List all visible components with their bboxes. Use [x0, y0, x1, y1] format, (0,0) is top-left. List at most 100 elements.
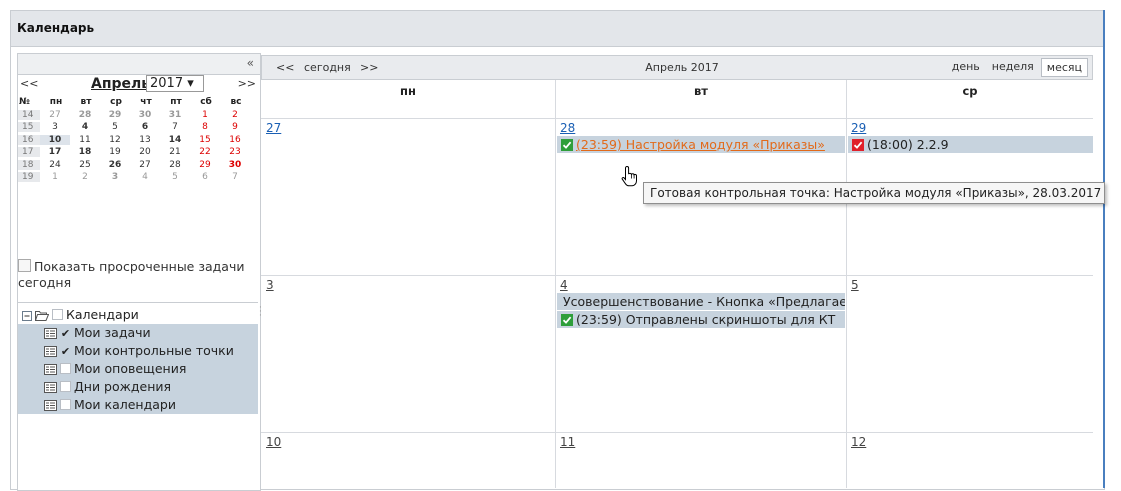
folder-open-icon [35, 311, 49, 321]
view-switcher: день неделя месяц [947, 58, 1088, 77]
prev-period-button[interactable]: << [276, 61, 294, 74]
mini-day[interactable]: 1 [190, 110, 220, 120]
day-number-link[interactable]: 10 [266, 435, 281, 449]
view-day-button[interactable]: день [947, 58, 985, 77]
mini-day[interactable]: 1 [40, 172, 70, 182]
week-number[interactable]: 18 [18, 159, 40, 170]
mini-day[interactable]: 3 [100, 172, 130, 182]
weekday-headers: пн вт ср [261, 80, 1093, 118]
tree-root-calendars[interactable]: Календари [18, 306, 258, 324]
mini-day[interactable]: 4 [70, 122, 100, 132]
mini-day[interactable]: 2 [220, 110, 250, 120]
show-overdue-option[interactable]: Показать просроченные задачи сегодня [18, 259, 258, 291]
mini-year-select[interactable]: 2017 ▾ [146, 75, 204, 92]
mini-day[interactable]: 28 [160, 160, 190, 170]
tree-item-my-tasks[interactable]: ✔ Мои задачи [18, 324, 258, 342]
day-number-link[interactable]: 5 [851, 278, 859, 292]
calendar-event[interactable]: (23:59) Отправлены скриншоты для КТ [557, 311, 845, 328]
mini-day[interactable]: 27 [130, 160, 160, 170]
day-number-link[interactable]: 28 [560, 121, 575, 135]
day-number-link[interactable]: 4 [560, 278, 568, 292]
day-number-link[interactable]: 3 [266, 278, 274, 292]
mini-day[interactable]: 24 [40, 160, 70, 170]
week-number[interactable]: 17 [18, 147, 40, 158]
week-number[interactable]: 15 [18, 122, 40, 133]
mini-month-link[interactable]: Апрель [91, 76, 150, 92]
day-number-link[interactable]: 11 [560, 435, 575, 449]
mini-calendar-grid: № пн вт ср чт пт сб вс 14 27 28 29 30 31… [18, 96, 258, 184]
mini-next-month-button[interactable]: >> [238, 77, 256, 90]
event-tooltip: Готовая контрольная точка: Настройка мод… [643, 182, 1105, 204]
mini-day[interactable]: 30 [130, 110, 160, 120]
mini-day[interactable]: 25 [70, 160, 100, 170]
mini-day[interactable]: 23 [220, 147, 250, 157]
mini-day[interactable]: 30 [220, 160, 250, 170]
mini-day[interactable]: 18 [70, 147, 100, 157]
mini-week-row: 17 17 18 19 20 21 22 23 [18, 146, 258, 159]
week-number[interactable]: 16 [18, 134, 40, 145]
mini-day[interactable]: 9 [220, 122, 250, 132]
view-month-button[interactable]: месяц [1040, 58, 1088, 77]
unchecked-checkbox[interactable] [60, 363, 71, 374]
tree-root-label: Календари [66, 307, 139, 322]
tree-item-birthdays[interactable]: Дни рождения [18, 378, 258, 396]
calendar-event[interactable]: Усовершенствование - Кнопка «Предлагае [557, 293, 845, 310]
mini-day[interactable]: 19 [100, 147, 130, 157]
week-number[interactable]: 19 [18, 172, 40, 183]
collapse-sidebar-button[interactable]: « [247, 56, 254, 70]
mini-day[interactable]: 31 [160, 110, 190, 120]
day-number-link[interactable]: 27 [266, 121, 281, 135]
mini-day[interactable]: 17 [40, 147, 70, 157]
tree-root-checkbox[interactable] [52, 309, 63, 320]
mini-day[interactable]: 12 [100, 135, 130, 145]
mini-day[interactable]: 6 [130, 122, 160, 132]
mini-day[interactable]: 5 [100, 122, 130, 132]
mini-day-selected[interactable]: 10 [40, 134, 70, 145]
calendar-event[interactable]: (23:59) Настройка модуля «Приказы» [557, 136, 845, 153]
mini-day[interactable]: 16 [220, 135, 250, 145]
next-period-button[interactable]: >> [360, 61, 378, 74]
mini-day[interactable]: 11 [70, 135, 100, 145]
mini-day[interactable]: 13 [130, 135, 160, 145]
calendar-event[interactable]: (18:00) 2.2.9 [848, 136, 1093, 153]
mini-day[interactable]: 6 [190, 172, 220, 182]
mini-day[interactable]: 20 [130, 147, 160, 157]
mini-day[interactable]: 27 [40, 110, 70, 120]
sidebar-splitter-handle[interactable]: · · · [259, 304, 263, 322]
collapse-minus-icon[interactable] [22, 311, 32, 321]
tree-item-my-calendars[interactable]: Мои календари [18, 396, 258, 414]
mini-day[interactable]: 8 [190, 122, 220, 132]
event-link[interactable]: (23:59) Настройка модуля «Приказы» [576, 137, 825, 152]
tree-item-my-notifications[interactable]: Мои оповещения [18, 360, 258, 378]
tree-item-label: Мои календари [74, 397, 176, 412]
mini-prev-month-button[interactable]: << [20, 77, 38, 90]
day-number-link[interactable]: 29 [851, 121, 866, 135]
mini-day[interactable]: 7 [220, 172, 250, 182]
mini-day[interactable]: 29 [100, 110, 130, 120]
mini-day[interactable]: 15 [190, 135, 220, 145]
week-number[interactable]: 14 [18, 109, 40, 120]
mini-day[interactable]: 21 [160, 147, 190, 157]
divider [18, 302, 258, 303]
mini-day[interactable]: 4 [130, 172, 160, 182]
mini-day[interactable]: 5 [160, 172, 190, 182]
mini-day[interactable]: 2 [70, 172, 100, 182]
unchecked-checkbox[interactable] [60, 381, 71, 392]
mini-day[interactable]: 29 [190, 160, 220, 170]
tree-item-my-checkpoints[interactable]: ✔ Мои контрольные точки [18, 342, 258, 360]
day-number-link[interactable]: 12 [851, 435, 866, 449]
mini-day[interactable]: 14 [160, 135, 190, 145]
mini-day[interactable]: 28 [70, 110, 100, 120]
mini-day[interactable]: 7 [160, 122, 190, 132]
checkmark-icon[interactable]: ✔ [60, 343, 71, 361]
sidebar-toolbar: « [18, 54, 260, 75]
checkmark-icon[interactable]: ✔ [60, 325, 71, 343]
mini-day[interactable]: 26 [100, 160, 130, 170]
view-week-button[interactable]: неделя [987, 58, 1039, 77]
show-overdue-checkbox[interactable] [18, 259, 31, 272]
unchecked-checkbox[interactable] [60, 399, 71, 410]
mini-day[interactable]: 22 [190, 147, 220, 157]
mini-day[interactable]: 3 [40, 122, 70, 132]
panel-right-border [1103, 10, 1105, 488]
today-button[interactable]: сегодня [304, 61, 351, 74]
